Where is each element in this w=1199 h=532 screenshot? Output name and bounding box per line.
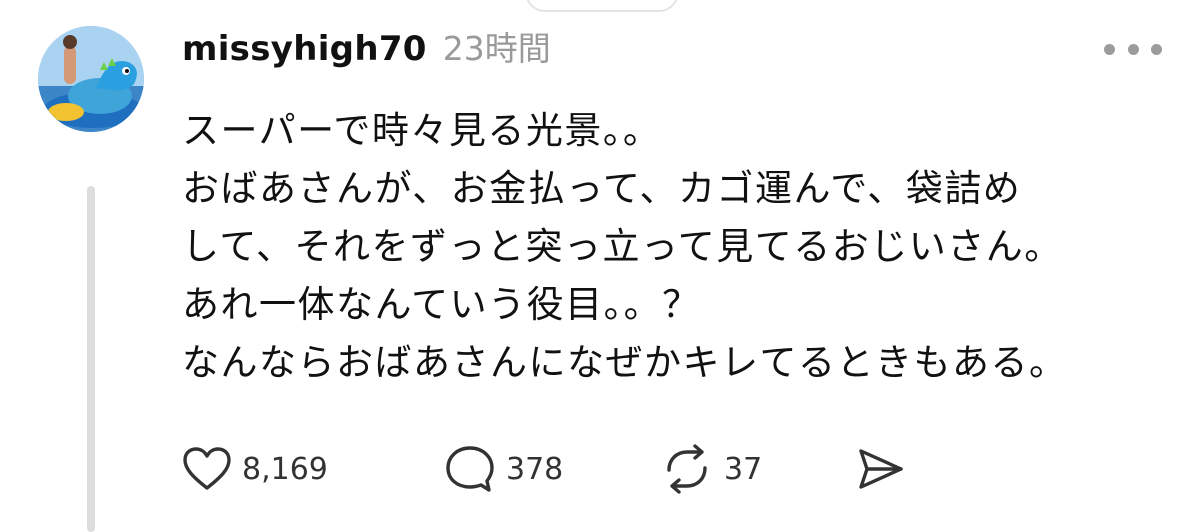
timestamp: 23時間 (442, 29, 551, 68)
heart-icon (183, 447, 231, 490)
like-count: 8,169 (242, 451, 328, 487)
reply-button[interactable]: 378 (444, 444, 660, 494)
post-header: missyhigh70 23時間 (182, 22, 551, 78)
post-text-line: あれ一体なんていう役目。。？ (182, 283, 701, 326)
action-bar: 8,169 378 37 (182, 438, 906, 500)
reply-count: 378 (506, 451, 564, 487)
thread-line (87, 186, 95, 532)
post-text-line: して、それをずっと突っ立って見てるおじいさん。 (182, 225, 1063, 268)
more-dots-icon (1151, 43, 1162, 55)
more-dots-icon (1127, 43, 1139, 55)
post-text-line: スーパーで時々見る光景。。 (182, 109, 662, 152)
username[interactable]: missyhigh70 (182, 29, 427, 69)
repost-count: 37 (724, 451, 763, 487)
repost-button[interactable]: 37 (660, 444, 856, 494)
paper-plane-icon (859, 449, 903, 489)
repost-arrows-icon (667, 444, 707, 494)
more-button[interactable] (1104, 37, 1162, 61)
avatar[interactable] (38, 26, 144, 132)
speech-bubble-icon (446, 446, 494, 492)
post-text-line: おばあさんが、お金払って、カゴ運んで、袋詰め (182, 167, 1022, 210)
top-handle-pill (525, 0, 679, 12)
post-text-line: なんならおばあさんになぜかキレてるときもある。 (182, 341, 1068, 384)
like-button[interactable]: 8,169 (182, 446, 444, 492)
post-text: スーパーで時々見る光景。。 おばあさんが、お金払って、カゴ運んで、袋詰め して、… (182, 102, 1182, 392)
share-button[interactable] (856, 446, 906, 492)
more-dots-icon (1104, 43, 1115, 55)
